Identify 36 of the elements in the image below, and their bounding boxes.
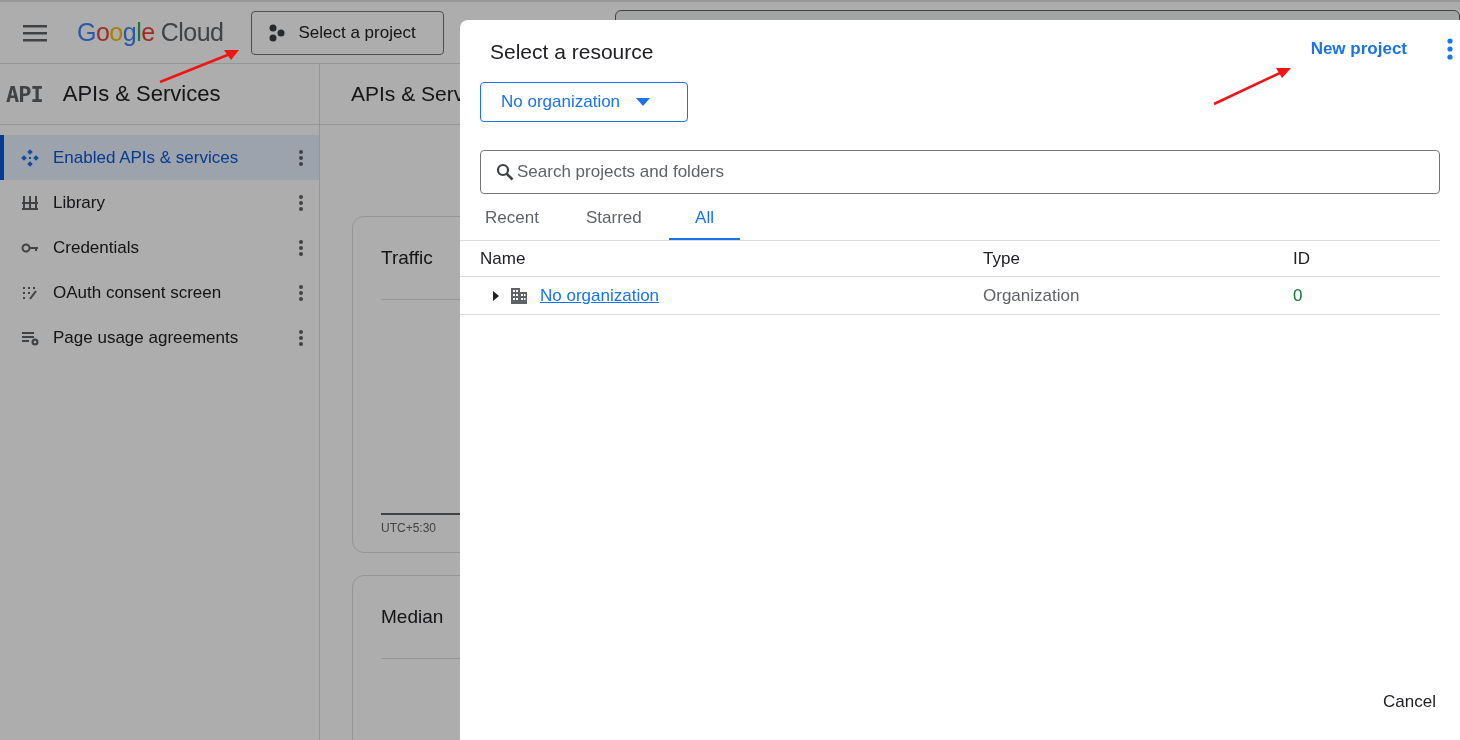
more-icon[interactable] [299,239,303,256]
dialog-title: Select a resource [490,40,654,64]
search-field[interactable]: Search projects and folders [480,150,1440,194]
nav-item[interactable]: Credentials [0,225,319,270]
tab[interactable]: All [669,200,740,240]
dropdown-caret-icon [636,98,651,106]
table-cell-text: Organization [983,285,1081,306]
card-title: Median [381,606,445,629]
table-cell-text: 0 [1293,285,1304,306]
more-icon[interactable] [299,194,303,211]
resource-link[interactable]: No organization [540,285,660,306]
nav-item[interactable]: OAuth consent screen [0,270,319,315]
api-logo-text: API [6,81,43,107]
column-header: ID [1293,248,1311,269]
column-header: Name [480,248,527,269]
column-header: Type [983,248,1021,269]
tab[interactable]: Starred [581,200,669,240]
nodes-icon [268,23,287,42]
expand-triangle-icon[interactable] [492,289,500,302]
google-cloud-logo[interactable]: Google Cloud [77,18,224,47]
nav-item[interactable]: Page usage agreements [0,315,319,360]
timezone-label: UTC+5:30 [381,521,438,535]
more-icon[interactable] [1447,38,1453,60]
nav-item[interactable]: Library [0,180,319,225]
more-icon[interactable] [299,329,303,346]
more-icon[interactable] [299,284,303,301]
tab[interactable]: Recent [480,200,581,240]
building-icon [510,286,528,305]
diamond-dots-icon [20,147,40,168]
section-title: APIs & Services [62,81,221,107]
nav-item[interactable]: Enabled APIs & services [0,135,319,180]
organization-dropdown[interactable]: No organization [480,82,688,122]
menu-icon[interactable] [23,23,47,42]
new-project-link[interactable]: New project [1310,39,1407,59]
more-icon[interactable] [299,149,303,166]
select-project-button[interactable]: Select a project [251,10,445,55]
